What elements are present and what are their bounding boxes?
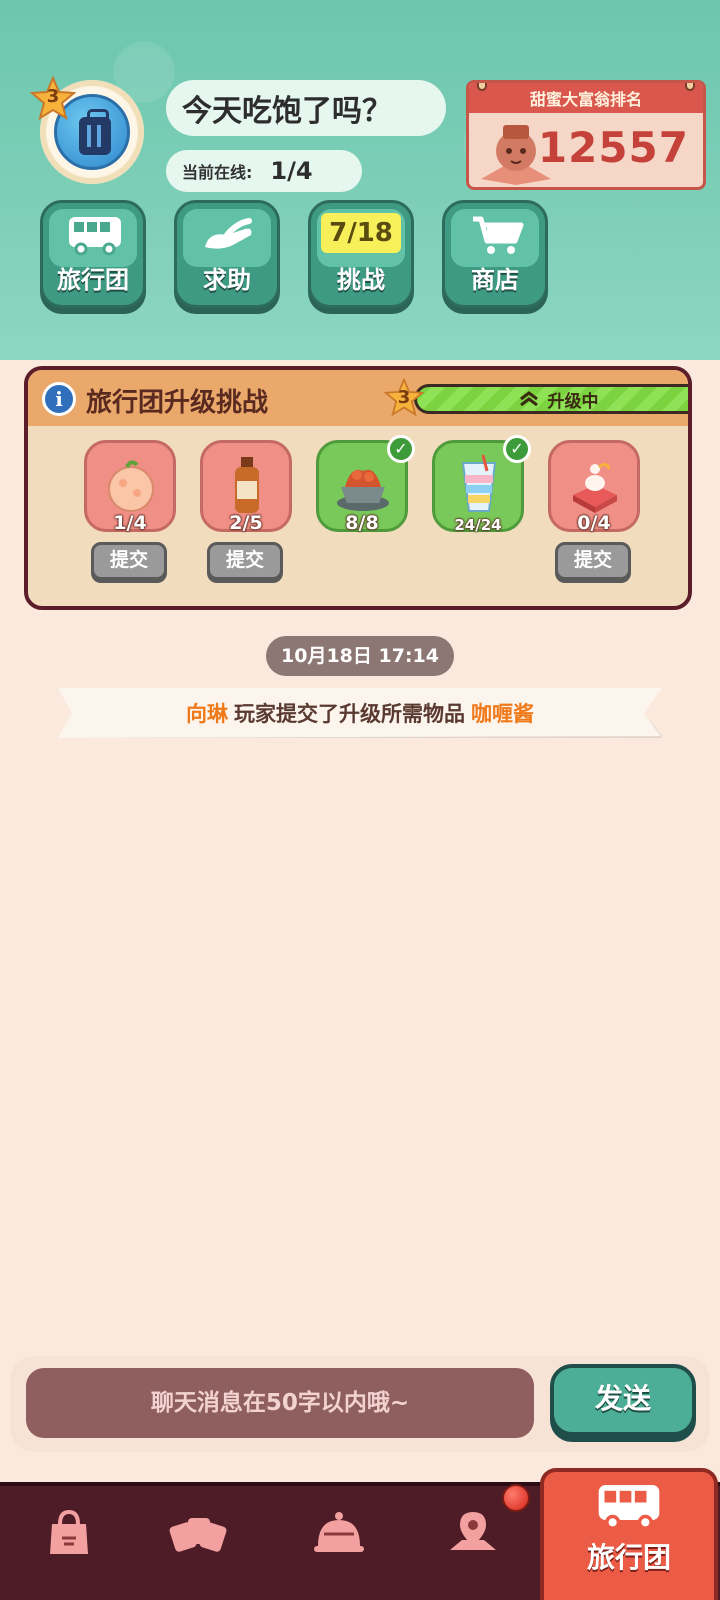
nav-shop-button[interactable]: 商店 bbox=[442, 200, 548, 308]
challenge-item: 2/5 提交 bbox=[200, 440, 292, 580]
item-count: 24/24 bbox=[454, 516, 502, 534]
online-status: 当前在线: 1/4 bbox=[166, 150, 362, 192]
nav-help-button[interactable]: 求助 bbox=[174, 200, 280, 308]
parfait-icon bbox=[461, 454, 497, 512]
rice-ball-icon bbox=[108, 460, 154, 512]
upgrade-progress-bar: 升级中 bbox=[414, 384, 688, 414]
send-button[interactable]: 发送 bbox=[550, 1364, 696, 1436]
panel-level-star: 3 bbox=[383, 377, 425, 418]
team-name-text: 今天吃饱了吗？ bbox=[182, 94, 392, 129]
panel-header: i 旅行团升级挑战 升级中 3 bbox=[28, 370, 688, 426]
chat-input-bar: 发送 bbox=[10, 1356, 710, 1452]
item-count: 1/4 bbox=[113, 512, 147, 534]
nav-tour-group-label: 旅行团 bbox=[57, 266, 129, 294]
nav-help-label: 求助 bbox=[203, 266, 251, 294]
notification-dot bbox=[502, 1484, 530, 1512]
item-count: 8/8 bbox=[345, 512, 379, 534]
bus-icon bbox=[598, 1485, 660, 1530]
tab-shopping-bag[interactable] bbox=[24, 1504, 114, 1584]
calendar-ring-icon bbox=[685, 83, 695, 91]
shopping-bag-icon bbox=[50, 1509, 88, 1554]
submit-button[interactable]: 提交 bbox=[555, 542, 631, 580]
team-name: 今天吃饱了吗？ bbox=[166, 80, 446, 136]
panel-level: 3 bbox=[397, 387, 411, 408]
map-pin-icon bbox=[450, 1512, 496, 1550]
upgrade-progress-fill: 升级中 bbox=[417, 387, 688, 412]
cake-stand-icon bbox=[573, 462, 617, 513]
system-notice: 向琳 玩家提交了升级所需物品 咖喱酱 bbox=[58, 688, 662, 738]
helping-hand-icon bbox=[205, 218, 252, 249]
level-star-badge: 3 bbox=[30, 76, 76, 122]
submit-button[interactable]: 提交 bbox=[207, 542, 283, 580]
nav-shop-label: 商店 bbox=[471, 266, 519, 294]
item-count: 2/5 bbox=[229, 512, 263, 534]
dessert-bowl-icon bbox=[337, 469, 389, 511]
challenge-item: ✓ 24/24 bbox=[432, 435, 531, 534]
header-zigzag-edge bbox=[0, 336, 720, 360]
challenge-progress-badge: 7/18 bbox=[321, 213, 401, 253]
cart-icon bbox=[473, 216, 524, 254]
nav-challenge-label: 挑战 bbox=[337, 266, 385, 294]
check-icon: ✓ bbox=[387, 435, 415, 463]
nav-tour-group-button[interactable]: 旅行团 bbox=[40, 200, 146, 308]
notice-item-name: 咖喱酱 bbox=[471, 702, 534, 726]
ranking-card[interactable]: 甜蜜大富翁排名 12557 bbox=[466, 80, 706, 190]
sauce-bottle-icon bbox=[235, 457, 259, 513]
info-icon[interactable]: i bbox=[42, 382, 76, 416]
notice-player-name[interactable]: 向琳 bbox=[186, 698, 228, 728]
challenge-item: 1/4 提交 bbox=[84, 440, 176, 580]
tab-map[interactable] bbox=[426, 1504, 516, 1584]
calendar-ring-icon bbox=[477, 83, 487, 91]
chat-message-input[interactable] bbox=[26, 1368, 534, 1438]
upgrade-challenge-panel: i 旅行团升级挑战 升级中 3 1/4 提交 2/5 提交 ✓ 8/8 ✓ 24… bbox=[24, 366, 692, 610]
item-count: 0/4 bbox=[577, 512, 611, 534]
check-icon: ✓ bbox=[503, 435, 531, 463]
ranking-title-bar: 甜蜜大富翁排名 bbox=[469, 83, 703, 113]
challenge-item: 0/4 提交 bbox=[548, 440, 640, 580]
online-count: 1/4 bbox=[270, 157, 313, 185]
online-label: 当前在线: bbox=[182, 163, 253, 182]
cloche-icon bbox=[314, 1512, 364, 1552]
ranking-value: 12557 bbox=[537, 123, 689, 172]
bus-icon bbox=[69, 217, 121, 256]
tab-tour-group-label: 旅行团 bbox=[586, 1541, 671, 1574]
tab-restaurant[interactable] bbox=[292, 1504, 382, 1584]
challenge-item: ✓ 8/8 bbox=[316, 435, 415, 534]
nav-challenge-button[interactable]: 7/18 挑战 bbox=[308, 200, 414, 308]
tab-tour-group[interactable]: 旅行团 bbox=[540, 1468, 718, 1600]
double-chevron-up-icon bbox=[519, 391, 538, 407]
chat-timestamp: 10月18日 17:14 bbox=[266, 636, 454, 676]
submit-button[interactable]: 提交 bbox=[91, 542, 167, 580]
panel-title: 旅行团升级挑战 bbox=[86, 388, 269, 418]
team-level: 3 bbox=[46, 86, 60, 107]
notice-message: 玩家提交了升级所需物品 bbox=[234, 702, 465, 726]
upgrade-status: 升级中 bbox=[547, 391, 599, 412]
ranking-title: 甜蜜大富翁排名 bbox=[529, 90, 642, 109]
cards-icon bbox=[169, 1518, 227, 1552]
tab-cards[interactable] bbox=[148, 1504, 238, 1584]
